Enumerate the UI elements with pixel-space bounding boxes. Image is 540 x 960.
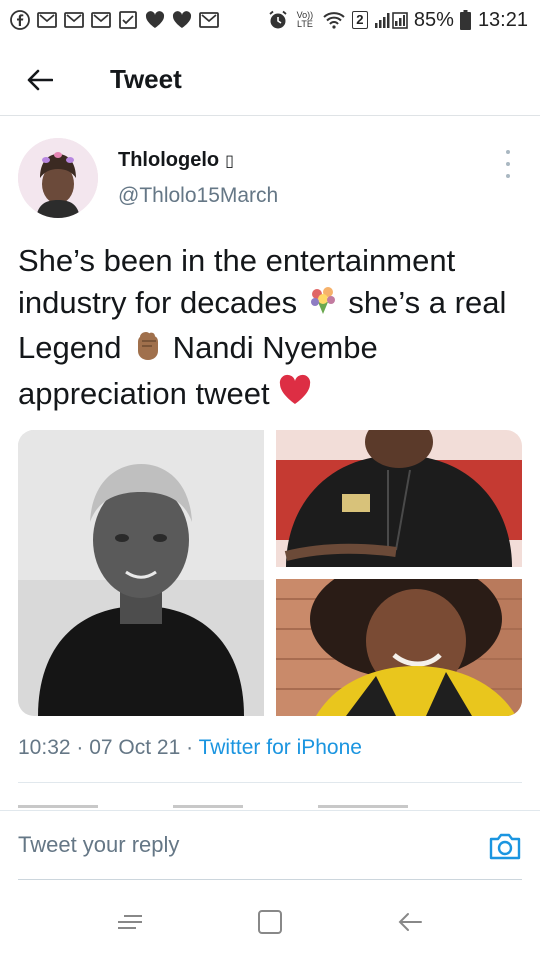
- heart-icon: [145, 11, 165, 29]
- volte-indicator: Vo)) LTE: [296, 10, 314, 29]
- camera-button[interactable]: [488, 831, 522, 865]
- author-info: Thlologelo ▯ @Thlolo15March: [118, 138, 278, 222]
- author-name-glyph: ▯: [225, 152, 234, 170]
- nav-back-arrow-icon: [398, 913, 422, 931]
- sim-slot-badge: 2: [351, 11, 368, 29]
- raised-fist-emoji-icon: [130, 328, 164, 373]
- signal-icon: [374, 11, 408, 29]
- tweet-text: She’s been in the entertainment industry…: [18, 240, 523, 417]
- battery-icon: [460, 10, 472, 30]
- notification-icons: [10, 10, 219, 30]
- divider: [18, 782, 522, 783]
- camera-icon: [489, 833, 521, 860]
- system-indicators: Vo)) LTE 2 85% 13:21: [268, 9, 528, 32]
- more-options-button[interactable]: [498, 150, 518, 178]
- more-dot: [506, 162, 510, 166]
- home-button[interactable]: [250, 902, 290, 942]
- battery-percent: 85%: [413, 8, 454, 31]
- tweet-meta: 10:32 · 07 Oct 21 · Twitter for iPhone: [18, 736, 362, 760]
- page-title: Tweet: [110, 64, 182, 94]
- author-name[interactable]: Thlologelo ▯: [118, 149, 278, 172]
- tweet-source-link[interactable]: Twitter for iPhone: [199, 736, 362, 759]
- author-name-text: Thlologelo: [118, 149, 220, 171]
- media-photo-3[interactable]: [276, 559, 522, 716]
- tweet-stats-row: [18, 796, 522, 808]
- checkbox-icon: [118, 11, 138, 29]
- media-photo-1[interactable]: [18, 430, 264, 716]
- media-photo-2[interactable]: [276, 430, 522, 567]
- alarm-icon: [268, 10, 288, 29]
- wifi-icon: [322, 11, 346, 29]
- status-bar: Vo)) LTE 2 85% 13:21: [0, 0, 540, 40]
- gmail-icon: [64, 11, 84, 29]
- home-square-icon: [258, 910, 282, 934]
- system-nav-bar: [0, 884, 540, 960]
- bouquet-emoji-icon: [306, 282, 340, 327]
- tweet-media-grid: [18, 430, 522, 716]
- heart-icon: [172, 11, 192, 29]
- gmail-icon: [199, 11, 219, 29]
- reply-underline: [18, 879, 522, 880]
- avatar[interactable]: [18, 138, 98, 218]
- gmail-icon: [91, 11, 111, 29]
- tweet-timestamp: 10:32 · 07 Oct 21 ·: [18, 736, 199, 759]
- author-handle[interactable]: @Thlolo15March: [118, 184, 278, 208]
- red-heart-emoji-icon: [278, 374, 312, 417]
- clock: 13:21: [477, 8, 528, 31]
- back-button[interactable]: [0, 44, 80, 116]
- more-dot: [506, 174, 510, 178]
- tweet-author: Thlologelo ▯ @Thlolo15March: [18, 138, 522, 222]
- back-nav-button[interactable]: [390, 902, 430, 942]
- facebook-icon: [10, 10, 30, 30]
- recent-apps-icon: [118, 915, 142, 929]
- more-dot: [506, 150, 510, 154]
- recent-apps-button[interactable]: [110, 902, 150, 942]
- arrow-left-icon: [27, 69, 53, 90]
- reply-input[interactable]: Tweet your reply: [18, 825, 478, 865]
- gmail-icon: [37, 11, 57, 29]
- top-app-bar: Tweet: [0, 44, 540, 116]
- reply-bar: Tweet your reply: [0, 810, 540, 882]
